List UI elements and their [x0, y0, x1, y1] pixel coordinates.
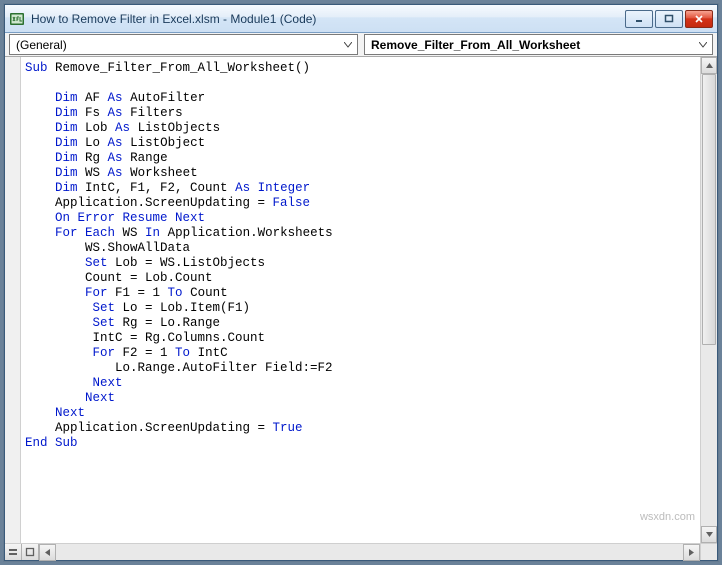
procedure-dropdown[interactable]: Remove_Filter_From_All_Worksheet: [364, 34, 713, 55]
close-button[interactable]: [685, 10, 713, 28]
object-dropdown-value: (General): [16, 38, 67, 52]
horizontal-scrollbar[interactable]: [56, 544, 683, 560]
object-dropdown[interactable]: (General): [9, 34, 358, 55]
procedure-dropdown-value: Remove_Filter_From_All_Worksheet: [371, 38, 580, 52]
minimize-button[interactable]: [625, 10, 653, 28]
procedure-view-button[interactable]: [5, 544, 22, 560]
scroll-down-button[interactable]: [701, 526, 717, 543]
titlebar[interactable]: How to Remove Filter in Excel.xlsm - Mod…: [5, 5, 717, 33]
vertical-scrollbar[interactable]: [700, 57, 717, 543]
code-pane: Sub Remove_Filter_From_All_Worksheet() D…: [5, 57, 717, 543]
bottom-bar: [5, 543, 717, 560]
full-module-view-button[interactable]: [22, 544, 39, 560]
scroll-right-button[interactable]: [683, 544, 700, 561]
scroll-left-button[interactable]: [39, 544, 56, 561]
margin-indicator-bar: [5, 57, 21, 543]
scroll-track[interactable]: [701, 74, 717, 526]
object-procedure-bar: (General) Remove_Filter_From_All_Workshe…: [5, 33, 717, 57]
scroll-up-button[interactable]: [701, 57, 717, 74]
vba-app-icon: [9, 11, 25, 27]
scroll-corner: [700, 544, 717, 560]
window-title: How to Remove Filter in Excel.xlsm - Mod…: [31, 12, 625, 26]
chevron-down-icon: [696, 37, 710, 52]
maximize-button[interactable]: [655, 10, 683, 28]
code-text[interactable]: Sub Remove_Filter_From_All_Worksheet() D…: [21, 57, 700, 543]
window-controls: [625, 10, 713, 28]
chevron-down-icon: [341, 37, 355, 52]
vba-editor-window: How to Remove Filter in Excel.xlsm - Mod…: [4, 4, 718, 561]
scroll-thumb[interactable]: [702, 74, 716, 345]
